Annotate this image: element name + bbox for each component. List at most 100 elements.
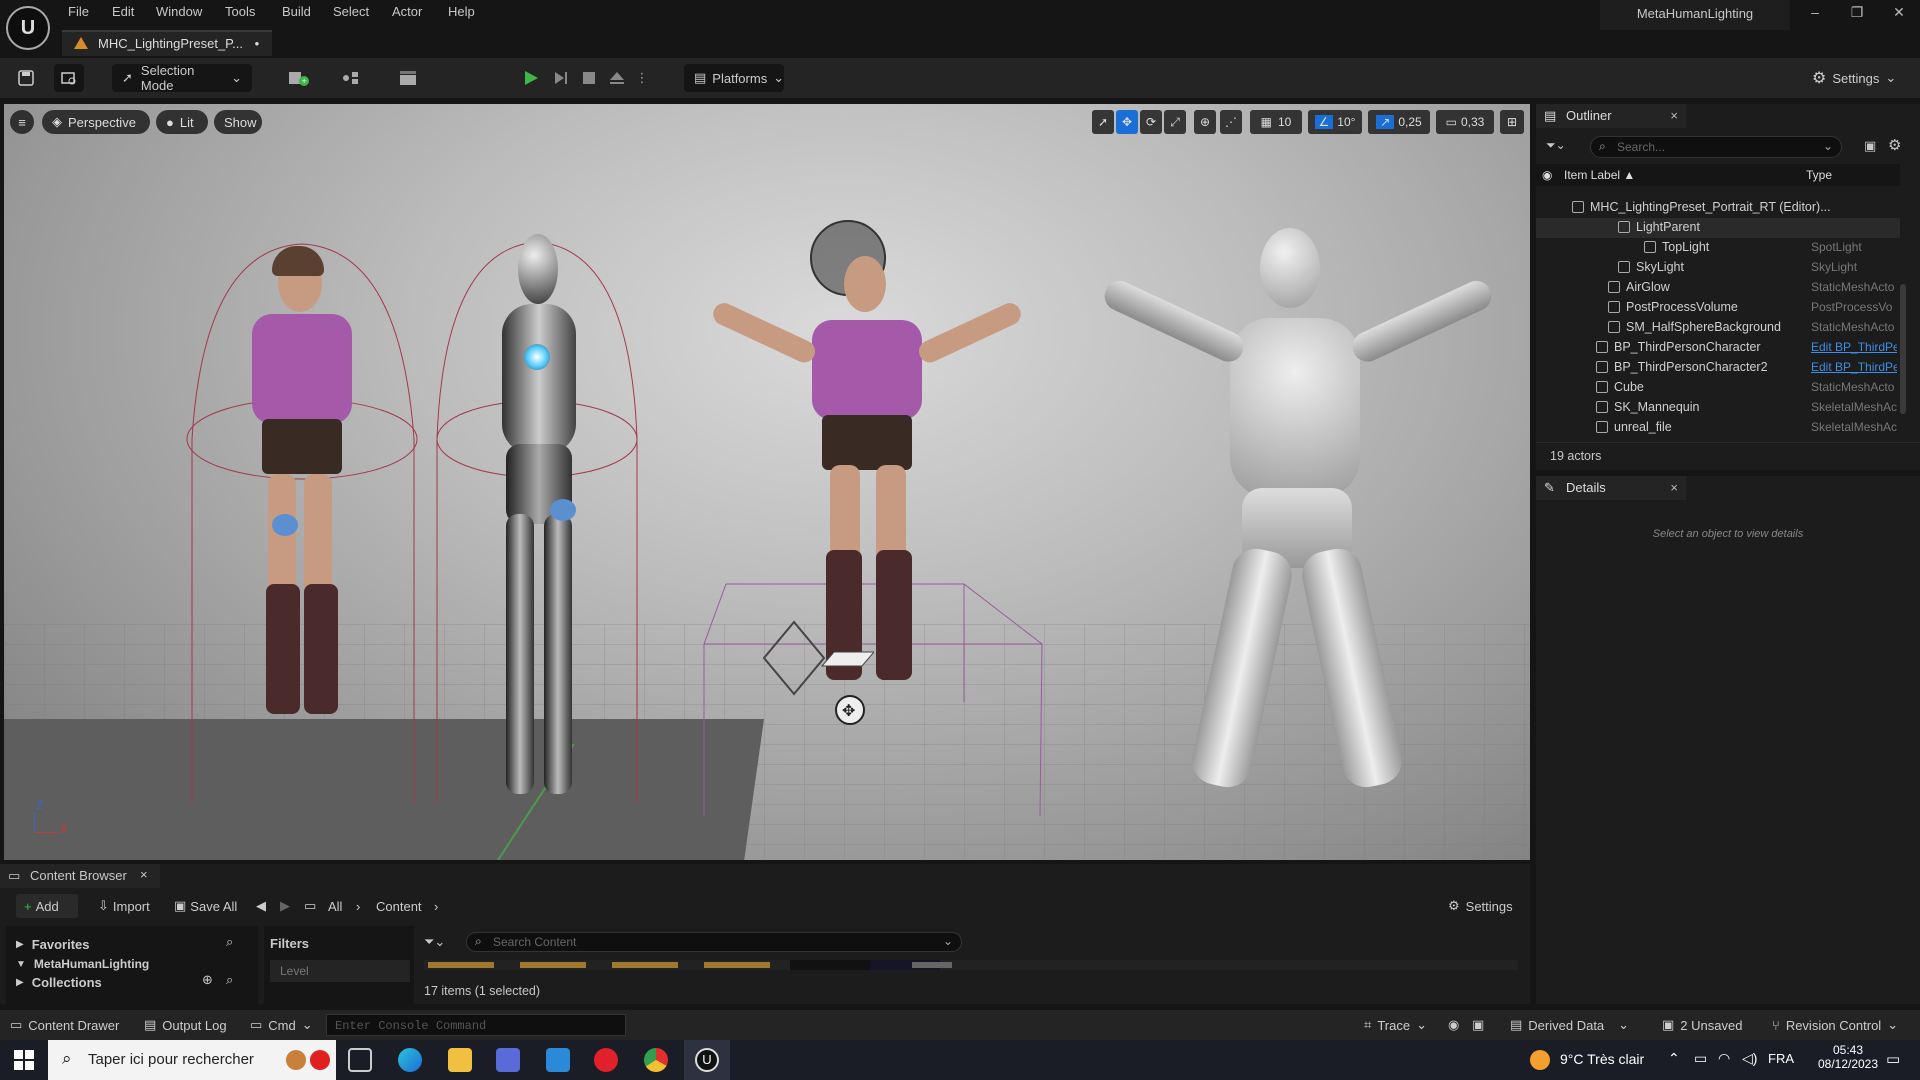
close-window-button[interactable]: ✕ (1884, 4, 1914, 26)
trace-dropdown[interactable]: ⌗ Trace ⌄ (1364, 1013, 1427, 1037)
menu-file[interactable]: File (68, 4, 89, 19)
add-actor-icon[interactable]: + (288, 64, 328, 92)
chrome-icon[interactable] (644, 1048, 668, 1072)
add-folder-icon[interactable]: ▣ (1864, 138, 1876, 154)
save-all-button[interactable]: ▣ Save All (174, 894, 237, 918)
character-metahuman-1[interactable] (232, 244, 372, 860)
menu-actor[interactable]: Actor (392, 4, 422, 19)
perspective-button[interactable]: ◈ Perspective (42, 110, 150, 134)
scale-snap-button[interactable]: ↗ 0,25 (1368, 110, 1430, 134)
add-button[interactable]: + Add (16, 894, 78, 918)
spotlight-gizmo-icon[interactable]: ✥ (754, 618, 874, 728)
taskbar-search-box[interactable]: ⌕ Taper ici pour rechercher (48, 1040, 336, 1080)
play-button[interactable] (520, 64, 542, 92)
clock[interactable]: 05:43 08/12/2023 (1810, 1043, 1886, 1077)
character-metahuman-selected[interactable] (694, 220, 1034, 860)
outliner-row[interactable]: BP_ThirdPersonCharacter2 Edit BP_ThirdPe (1536, 358, 1900, 378)
translate-tool-icon[interactable]: ✥ (1116, 110, 1138, 134)
close-icon[interactable]: × (1670, 480, 1678, 495)
weather-text[interactable]: 9°C Très clair (1560, 1051, 1644, 1067)
selection-mode-dropdown[interactable]: ➚ Selection Mode ⌄ (112, 63, 252, 93)
outliner-row[interactable]: Cube StaticMeshActo (1536, 378, 1900, 398)
content-search-input[interactable]: ⌕ Search Content ⌄ (466, 932, 962, 952)
file-explorer-icon[interactable] (448, 1048, 472, 1072)
gear-icon[interactable]: ⚙ (1888, 136, 1901, 154)
viewport-menu-icon[interactable]: ≡ (10, 110, 34, 134)
scale-tool-icon[interactable]: ⤢ (1164, 110, 1186, 134)
level-tab[interactable]: MHC_LightingPreset_P... • (62, 30, 272, 56)
volume-icon[interactable]: ◁) (1742, 1050, 1757, 1067)
language-indicator[interactable]: FRA (1768, 1051, 1794, 1066)
opera-icon[interactable] (594, 1048, 618, 1072)
cb-settings-button[interactable]: ⚙ Settings (1448, 894, 1513, 918)
details-tab[interactable]: ✎ Details × (1536, 476, 1686, 500)
menu-build[interactable]: Build (282, 4, 311, 19)
col-type[interactable]: Type (1806, 168, 1832, 182)
import-button[interactable]: ⇩ Import (98, 894, 150, 918)
outliner-row[interactable]: LightParent (1536, 218, 1900, 238)
platforms-dropdown[interactable]: ▤ Platforms ⌄ (684, 64, 784, 92)
world-space-icon[interactable]: ⊕ (1194, 110, 1216, 134)
restore-button[interactable]: ❐ (1842, 4, 1872, 26)
back-button[interactable]: ◀ (256, 894, 266, 918)
settings-dropdown[interactable]: ⚙ Settings ⌄ (1812, 64, 1912, 92)
network-icon[interactable]: ▭ (1694, 1050, 1707, 1067)
grid-snap-button[interactable]: ▦ 10 (1250, 110, 1302, 134)
search-icon[interactable]: ⌕ (226, 934, 233, 950)
close-icon[interactable]: × (1670, 108, 1678, 123)
save-icon[interactable] (14, 64, 38, 92)
outliner-row[interactable]: AirGlow StaticMeshActo (1536, 278, 1900, 298)
derived-data-dropdown[interactable]: ▤ Derived Data ⌄ (1510, 1013, 1629, 1037)
browse-icon[interactable] (54, 64, 84, 92)
path-content[interactable]: Content (376, 894, 422, 918)
show-button[interactable]: Show (214, 110, 262, 134)
character-sk-mannequin[interactable] (1092, 228, 1512, 860)
path-all[interactable]: All (328, 894, 342, 918)
output-log-button[interactable]: ▤ Output Log (144, 1013, 227, 1037)
rotation-snap-button[interactable]: ∠ 10° (1308, 110, 1362, 134)
content-drawer-button[interactable]: ▭ Content Drawer (10, 1013, 119, 1037)
store-icon[interactable] (496, 1048, 520, 1072)
outliner-row[interactable]: SK_Mannequin SkeletalMeshAc (1536, 398, 1900, 418)
windows-start-icon[interactable] (14, 1050, 34, 1070)
outliner-tab[interactable]: ▤ Outliner × (1536, 104, 1686, 128)
level-filter-chip[interactable]: Level (270, 960, 410, 982)
notifications-icon[interactable]: ▭ (1886, 1050, 1900, 1068)
unsaved-button[interactable]: ▣ 2 Unsaved (1662, 1013, 1742, 1037)
level-viewport[interactable]: ✥ ≡ ◈ Perspective ● Lit Show ➚ ✥ ⟳ ⤢ ⊕ ⋰… (4, 104, 1530, 860)
edge-icon[interactable] (398, 1048, 422, 1072)
asset-thumbnail-strip[interactable] (424, 960, 1518, 970)
outliner-row[interactable]: SkyLight SkyLight (1536, 258, 1900, 278)
edit-blueprint-link[interactable]: Edit BP_ThirdPe (1811, 360, 1897, 374)
folder-icon[interactable]: ▭ (304, 894, 316, 918)
unreal-taskbar-button[interactable]: U (684, 1040, 730, 1080)
filter-icon[interactable]: ⏷⌄ (1546, 138, 1566, 153)
select-tool-icon[interactable]: ➚ (1092, 110, 1114, 134)
revision-control-dropdown[interactable]: ⑂ Revision Control ⌄ (1772, 1013, 1898, 1037)
outliner-row[interactable]: unreal_file SkeletalMeshAc (1536, 418, 1900, 438)
outliner-row[interactable]: BP_ThirdPersonCharacter Edit BP_ThirdPe (1536, 338, 1900, 358)
content-browser-tab[interactable]: ▭ Content Browser × (0, 864, 160, 888)
col-item-label[interactable]: Item Label ▲ (1564, 168, 1635, 182)
surface-snap-icon[interactable]: ⋰ (1220, 110, 1242, 134)
viewport-layout-icon[interactable]: ⊞ (1500, 110, 1524, 134)
collections-section[interactable]: ▶ Collections (16, 970, 102, 994)
menu-select[interactable]: Select (333, 4, 369, 19)
weather-moon-icon[interactable] (1530, 1050, 1550, 1070)
wifi-icon[interactable]: ◠ (1718, 1050, 1730, 1067)
eject-button[interactable] (606, 64, 628, 92)
menu-edit[interactable]: Edit (112, 4, 134, 19)
screenshot-icon[interactable]: ▣ (1472, 1013, 1484, 1037)
visibility-eye-icon[interactable]: ◉ (1542, 168, 1552, 182)
unreal-logo-icon[interactable]: U (6, 6, 50, 50)
add-collection-icon[interactable]: ⊕ (202, 972, 213, 988)
cinematics-icon[interactable] (398, 64, 438, 92)
chevron-up-icon[interactable]: ⌃ (1668, 1050, 1680, 1067)
lit-button[interactable]: ● Lit (156, 110, 208, 134)
menu-help[interactable]: Help (448, 4, 475, 19)
blueprint-icon[interactable] (342, 64, 382, 92)
mail-icon[interactable] (546, 1048, 570, 1072)
search-icon[interactable]: ⌕ (226, 972, 233, 988)
outliner-row[interactable]: TopLight SpotLight (1536, 238, 1900, 258)
camera-speed-button[interactable]: ▭ 0,33 (1436, 110, 1494, 134)
